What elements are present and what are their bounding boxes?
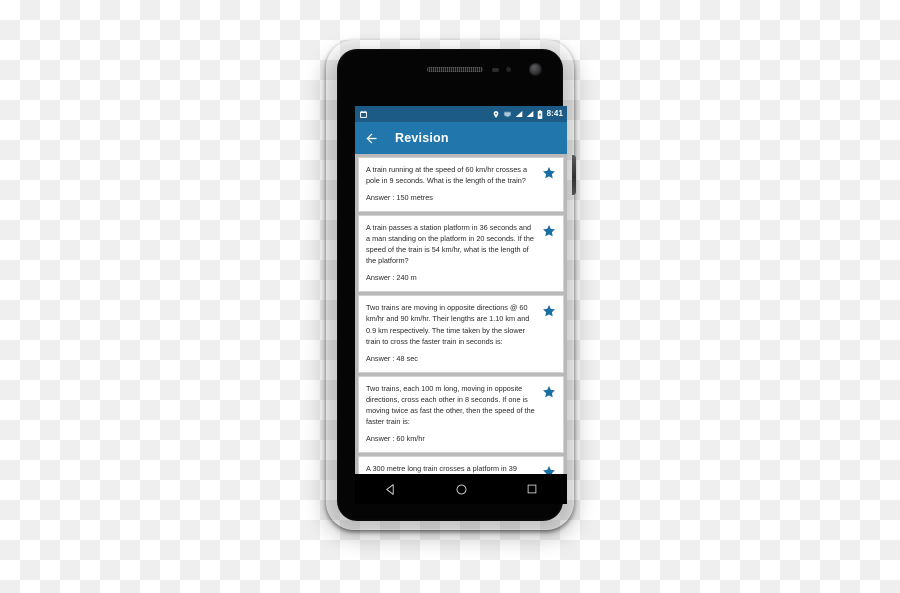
star-icon[interactable] (542, 304, 556, 318)
star-button[interactable] (536, 383, 556, 404)
back-nav-icon[interactable] (384, 483, 397, 496)
question-list[interactable]: A train running at the speed of 60 km/hr… (355, 154, 567, 474)
list-item[interactable]: A 300 metre long train crosses a platfor… (358, 455, 564, 474)
home-nav-icon[interactable] (455, 483, 468, 496)
status-bar-left-icons (359, 110, 368, 119)
question-text: Two trains, each 100 m long, moving in o… (366, 383, 535, 426)
star-icon[interactable] (542, 224, 556, 238)
light-sensor-icon (506, 67, 511, 72)
list-item-text: Two trains are moving in opposite direct… (366, 302, 536, 364)
question-text: A 300 metre long train crosses a platfor… (366, 463, 517, 473)
proximity-sensor-icon (492, 68, 499, 72)
signal-bars-icon-2 (526, 111, 533, 117)
star-button[interactable] (536, 302, 556, 323)
list-item[interactable]: Two trains, each 100 m long, moving in o… (358, 375, 564, 453)
speaker-grille-icon (427, 67, 483, 72)
status-bar-clock: 8:41 (546, 109, 563, 118)
status-bar-right-icons: 8:41 (492, 110, 563, 119)
list-item-text: A 300 metre long train crosses a platfor… (366, 463, 536, 474)
battery-icon (537, 109, 542, 119)
list-item-text: A train passes a station platform in 36 … (366, 222, 536, 284)
recents-nav-icon[interactable] (526, 483, 538, 495)
answer-text: Answer : 48 sec (366, 353, 418, 363)
question-text: A train running at the speed of 60 km/hr… (366, 165, 528, 186)
list-item[interactable]: A train running at the speed of 60 km/hr… (358, 157, 564, 213)
phone-screen: 8:41 Revision A train running at the spe… (355, 106, 567, 474)
signal-bars-icon-1 (515, 111, 522, 117)
phone-front-panel: 8:41 Revision A train running at the spe… (337, 49, 567, 521)
status-bar: 8:41 (355, 106, 567, 122)
star-button[interactable] (536, 222, 556, 243)
answer-text: Answer : 240 m (366, 273, 417, 283)
answer-text: Answer : 150 metres (366, 193, 433, 203)
app-bar: Revision (355, 122, 567, 154)
notification-icon (360, 110, 367, 118)
star-icon[interactable] (542, 166, 556, 180)
list-item-text: A train running at the speed of 60 km/hr… (366, 164, 536, 204)
power-button[interactable] (572, 155, 576, 195)
page-title: Revision (395, 130, 449, 145)
answer-text: Answer : 60 km/hr (366, 433, 425, 443)
star-button[interactable] (536, 164, 556, 185)
back-arrow-icon[interactable] (364, 131, 379, 146)
phone-device: 8:41 Revision A train running at the spe… (318, 40, 582, 540)
front-camera-icon (529, 63, 542, 76)
vpn-key-icon (503, 111, 511, 117)
star-icon[interactable] (542, 465, 556, 474)
question-text: A train passes a station platform in 36 … (366, 223, 534, 266)
question-text: Two trains are moving in opposite direct… (366, 303, 530, 346)
location-pin-icon (493, 110, 498, 118)
list-item[interactable]: Two trains are moving in opposite direct… (358, 295, 564, 373)
star-icon[interactable] (542, 385, 556, 399)
star-button[interactable] (536, 463, 556, 474)
navigation-bar (355, 474, 567, 504)
phone-body: 8:41 Revision A train running at the spe… (326, 40, 576, 530)
list-item-text: Two trains, each 100 m long, moving in o… (366, 383, 536, 445)
list-item[interactable]: A train passes a station platform in 36 … (358, 215, 564, 293)
